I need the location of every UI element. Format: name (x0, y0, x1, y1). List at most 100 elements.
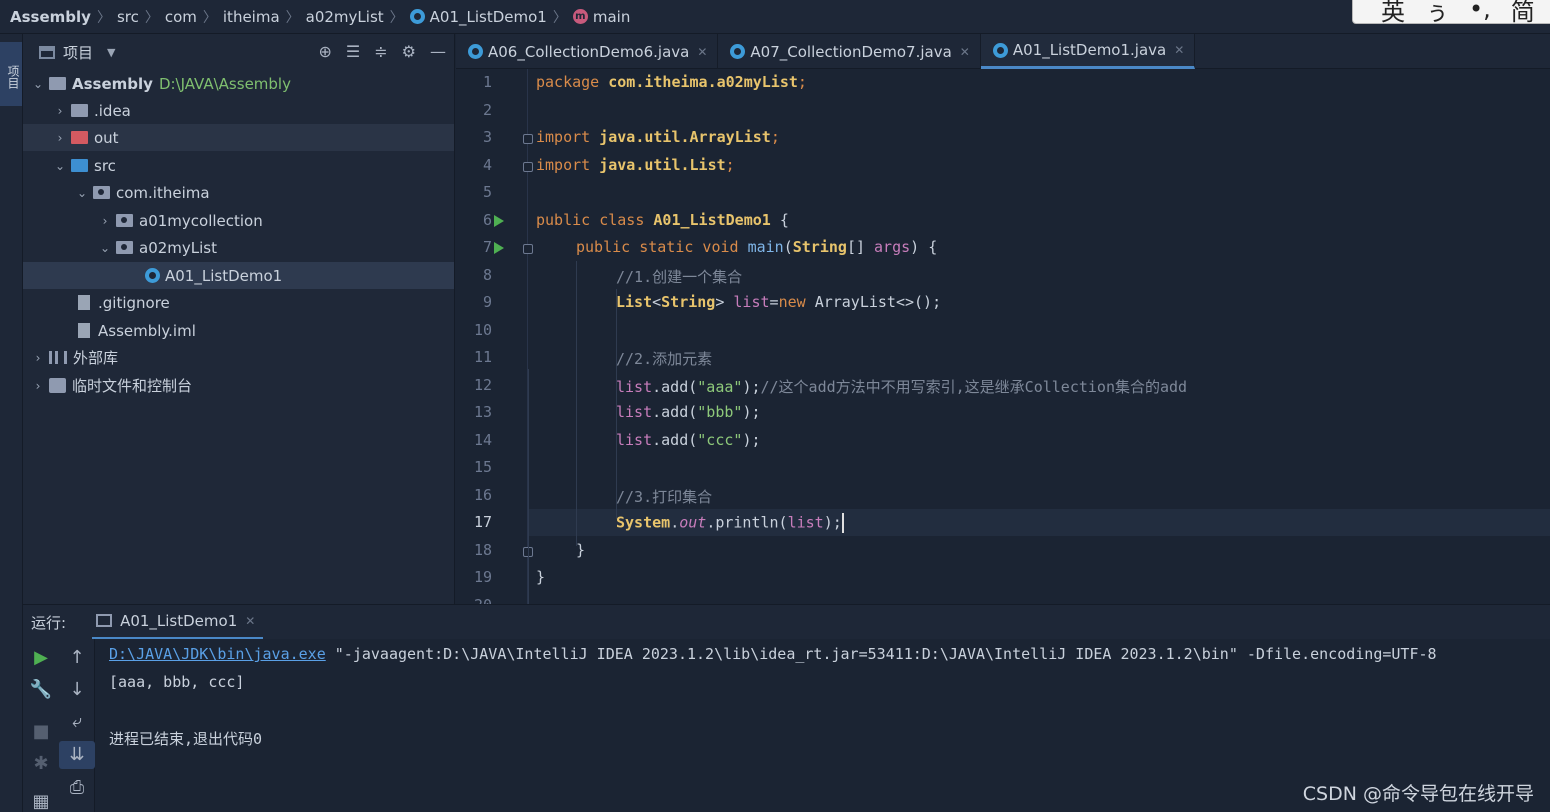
line-number: 10 (473, 321, 492, 339)
project-panel: 项目 ▼ ⊕ ☰ ≑ ⚙ — ⌄ Assembly D:\JAVA\Assemb… (23, 34, 455, 604)
soft-wrap-icon[interactable]: ⤶ (59, 711, 95, 732)
tree-item-label: a01mycollection (139, 211, 263, 230)
fold-icon[interactable] (523, 134, 533, 144)
run-panel-label: 运行: (31, 613, 67, 632)
arrow-up-icon[interactable]: ↑ (59, 647, 95, 668)
code-line-17: System.out.println(list); (616, 513, 844, 533)
tab-collectiondemo7[interactable]: A07_CollectionDemo7.java ✕ (718, 34, 981, 69)
excluded-folder-icon (71, 131, 88, 144)
tree-item-out[interactable]: › out (23, 124, 454, 151)
tree-item-a01mycollection[interactable]: › a01mycollection (23, 207, 454, 234)
project-panel-header: 项目 ▼ ⊕ ☰ ≑ ⚙ — (23, 34, 454, 70)
ime-simplified[interactable]: 简 (1511, 0, 1535, 23)
tree-item-root[interactable]: ⌄ Assembly D:\JAVA\Assembly (23, 70, 454, 97)
java-exe-link[interactable]: D:\JAVA\JDK\bin\java.exe (109, 645, 326, 663)
breadcrumb-project[interactable]: Assembly (10, 8, 91, 26)
tree-item-label: A01_ListDemo1 (165, 266, 283, 285)
console-icon (96, 614, 113, 627)
stop-icon[interactable]: ■ (23, 721, 59, 742)
line-number: 7 (482, 238, 492, 256)
tab-collectiondemo6[interactable]: A06_CollectionDemo6.java ✕ (456, 34, 719, 69)
chevron-right-icon[interactable]: › (53, 104, 67, 118)
line-number: 1 (482, 73, 492, 91)
project-panel-title[interactable]: 项目 (63, 42, 93, 63)
code-line-7: public static void main(String[] args) { (576, 238, 938, 256)
tree-item-a02mylist[interactable]: ⌄ a02myList (23, 234, 454, 261)
tree-item-a01-listdemo1[interactable]: A01_ListDemo1 (23, 262, 454, 289)
chevron-down-icon[interactable]: ⌄ (31, 77, 45, 91)
line-number: 5 (482, 183, 492, 201)
breadcrumb-src[interactable]: src (117, 8, 139, 26)
tab-listdemo1[interactable]: A01_ListDemo1.java ✕ (980, 34, 1196, 69)
tree-item-idea[interactable]: › .idea (23, 97, 454, 124)
line-number: 2 (482, 101, 492, 119)
wrench-icon[interactable]: 🔧 (23, 679, 59, 700)
breadcrumb-method-label: main (592, 7, 631, 26)
chevron-right-icon[interactable]: › (31, 351, 45, 365)
chevron-down-icon[interactable]: ▼ (107, 46, 115, 59)
expand-all-icon[interactable]: ☰ (346, 42, 360, 61)
tab-label: A07_CollectionDemo7.java (750, 42, 952, 61)
run-tab[interactable]: A01_ListDemo1 ✕ (92, 605, 264, 640)
close-icon[interactable]: ✕ (245, 614, 255, 628)
breadcrumb: Assembly 〉 src 〉 com 〉 itheima 〉 a02myList 〉 … (0, 0, 1550, 34)
tab-label: A06_CollectionDemo6.java (488, 42, 690, 61)
chevron-right-icon: 〉 (202, 9, 217, 26)
chevron-down-icon[interactable]: ⌄ (98, 241, 112, 255)
locate-icon[interactable]: ⊕ (319, 42, 332, 61)
project-tool-button[interactable]: 项目 (0, 42, 22, 106)
ime-mode[interactable]: ぅ (1425, 0, 1449, 23)
tree-item-src[interactable]: ⌄ src (23, 152, 454, 179)
ime-toolbar[interactable]: 英 ぅ •, 简 ☺ (1352, 0, 1550, 24)
tree-item-scratches[interactable]: › 临时文件和控制台 (23, 372, 454, 399)
code-line-16: //3.打印集合 (616, 488, 713, 506)
collapse-all-icon[interactable]: ≑ (374, 42, 387, 61)
chevron-right-icon[interactable]: › (31, 379, 45, 393)
breadcrumb-com[interactable]: com (165, 8, 197, 26)
breadcrumb-method[interactable]: m main (572, 7, 631, 26)
indent-guide (528, 369, 529, 604)
tree-item-gitignore[interactable]: .gitignore (23, 289, 454, 316)
minimize-icon[interactable]: — (430, 42, 446, 61)
debug-gear-icon[interactable]: ✱ (23, 753, 59, 774)
ime-lang[interactable]: 英 (1381, 0, 1405, 23)
close-icon[interactable]: ✕ (960, 45, 970, 59)
run-main-icon[interactable] (494, 242, 504, 254)
library-icon (49, 351, 67, 364)
code-line-13: list.add("bbb"); (616, 403, 761, 421)
gear-icon[interactable]: ⚙ (402, 42, 416, 61)
print-icon[interactable]: ⎙ (59, 777, 95, 798)
line-number: 11 (473, 348, 492, 366)
code-editor[interactable]: 1 2 3 4 5 6 7 8 9 10 11 12 13 14 15 16 1… (456, 69, 1550, 604)
arrow-down-icon[interactable]: ↓ (59, 679, 95, 700)
chevron-right-icon[interactable]: › (98, 214, 112, 228)
tree-item-external-libraries[interactable]: › 外部库 (23, 344, 454, 371)
breadcrumb-class[interactable]: A01_ListDemo1 (409, 8, 547, 26)
fold-icon[interactable] (523, 244, 533, 254)
tree-item-com-itheima[interactable]: ⌄ com.itheima (23, 179, 454, 206)
scroll-to-end-icon[interactable]: ⇊ (59, 741, 95, 769)
run-class-icon[interactable] (494, 215, 504, 227)
tab-label: A01_ListDemo1.java (1012, 41, 1167, 59)
chevron-right-icon: 〉 (389, 9, 404, 26)
chevron-down-icon[interactable]: ⌄ (53, 159, 67, 173)
code-line-12: list.add("aaa");//这个add方法中不用写索引,这是继承Coll… (616, 378, 1188, 396)
tree-item-iml[interactable]: Assembly.iml (23, 317, 454, 344)
console-command-line: D:\JAVA\JDK\bin\java.exe "-javaagent:D:\… (109, 645, 1437, 663)
code-line-1: package com.itheima.a02myList; (536, 73, 807, 91)
close-icon[interactable]: ✕ (697, 45, 707, 59)
line-number: 12 (473, 376, 492, 394)
chevron-down-icon[interactable]: ⌄ (75, 186, 89, 200)
chevron-right-icon[interactable]: › (53, 131, 67, 145)
rerun-icon[interactable]: ▶ (23, 647, 59, 668)
code-line-14: list.add("ccc"); (616, 431, 761, 449)
ime-punct[interactable]: •, (1469, 0, 1491, 23)
layout-icon[interactable]: ▦ (23, 791, 59, 812)
breadcrumb-a02mylist[interactable]: a02myList (306, 8, 384, 26)
breadcrumb-itheima[interactable]: itheima (223, 8, 280, 26)
file-icon (78, 295, 90, 310)
line-number: 9 (482, 293, 492, 311)
close-icon[interactable]: ✕ (1174, 43, 1184, 57)
folder-icon (71, 104, 88, 117)
fold-icon[interactable] (523, 162, 533, 172)
